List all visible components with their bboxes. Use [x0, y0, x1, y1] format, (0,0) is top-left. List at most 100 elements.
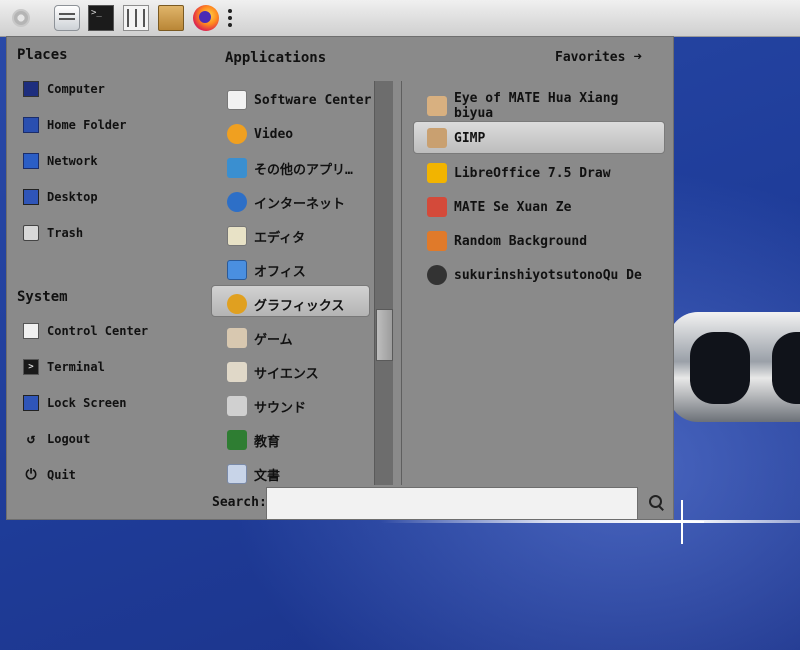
- terminal-launcher[interactable]: >_: [86, 3, 116, 33]
- system-item-terminal[interactable]: > Terminal: [23, 355, 203, 379]
- system-item-quit[interactable]: ⏻ Quit: [23, 463, 203, 487]
- firefox-launcher[interactable]: [191, 3, 221, 33]
- category-scrollbar-thumb[interactable]: [376, 309, 393, 361]
- app-label: sukurinshiyotsutonoQu De: [454, 267, 642, 283]
- home-folder-icon: [23, 117, 39, 133]
- video-icon: [227, 124, 247, 144]
- other-apps-icon: [227, 158, 247, 178]
- terminal-icon: >_: [88, 5, 114, 31]
- mixer-launcher[interactable]: [121, 3, 151, 33]
- category-label: その他のアプリ…: [254, 162, 353, 178]
- places-item-trash[interactable]: Trash: [23, 221, 203, 245]
- category-scrollbar[interactable]: [374, 81, 393, 485]
- favorites-button[interactable]: Favorites ➜: [555, 49, 642, 65]
- search-label: Search:: [212, 495, 267, 510]
- wallpaper-glow-line: [380, 520, 800, 523]
- category-office[interactable]: オフィス: [227, 255, 377, 285]
- category-software-center[interactable]: Software Center: [227, 85, 377, 115]
- places-item-home-folder[interactable]: Home Folder: [23, 113, 203, 137]
- system-item-label: Lock Screen: [47, 396, 127, 410]
- category-label: Software Center: [254, 92, 372, 108]
- mate-menu-button[interactable]: [6, 3, 36, 33]
- software-center-icon: [227, 90, 247, 110]
- screenshot-icon: [427, 265, 447, 285]
- eye-of-mate-icon: [427, 96, 447, 116]
- system-title: System: [17, 289, 68, 305]
- random-background-icon: [427, 231, 447, 251]
- education-icon: [227, 430, 247, 450]
- internet-icon: [227, 192, 247, 212]
- logout-icon: ↺: [26, 431, 36, 447]
- archive-launcher[interactable]: [156, 3, 186, 33]
- app-item-color-picker[interactable]: MATE Se Xuan Ze: [413, 192, 665, 222]
- category-internet[interactable]: インターネット: [227, 187, 377, 217]
- kebab-menu-icon: [227, 7, 233, 29]
- category-documents[interactable]: 文書: [227, 459, 377, 489]
- category-label: インターネット: [254, 196, 346, 212]
- category-games[interactable]: ゲーム: [227, 323, 377, 353]
- category-label: Video: [254, 126, 294, 142]
- category-video[interactable]: Video: [227, 119, 377, 149]
- sound-icon: [227, 396, 247, 416]
- file-manager-icon: [54, 5, 80, 31]
- arrow-right-icon: ➜: [633, 49, 642, 65]
- category-label: グラフィックス: [254, 298, 345, 314]
- app-item-random-background[interactable]: Random Background: [413, 226, 665, 256]
- trash-icon: [23, 225, 39, 241]
- search-icon[interactable]: [647, 493, 665, 511]
- desktop-icon: [23, 189, 39, 205]
- panel-overflow-button[interactable]: [220, 3, 240, 33]
- category-sound[interactable]: サウンド: [227, 391, 377, 421]
- applications-title: Applications: [225, 50, 327, 66]
- app-item-eye-of-mate[interactable]: Eye of MATE Hua Xiang biyua: [413, 91, 665, 121]
- category-label: 教育: [254, 434, 281, 450]
- category-label: サイエンス: [254, 366, 319, 382]
- editor-icon: [227, 226, 247, 246]
- games-icon: [227, 328, 247, 348]
- mate-menu-icon: [12, 9, 30, 27]
- places-item-desktop[interactable]: Desktop: [23, 185, 203, 209]
- color-picker-icon: [427, 197, 447, 217]
- category-science[interactable]: サイエンス: [227, 357, 377, 387]
- network-icon: [23, 153, 39, 169]
- app-item-libreoffice-draw[interactable]: LibreOffice 7.5 Draw: [413, 158, 665, 188]
- wallpaper-logo: [668, 312, 800, 422]
- terminal-icon: >: [23, 359, 39, 375]
- category-editor[interactable]: エディタ: [227, 221, 377, 251]
- system-item-logout[interactable]: ↺ Logout: [23, 427, 203, 451]
- category-label: 文書: [254, 468, 281, 484]
- science-icon: [227, 362, 247, 382]
- libreoffice-draw-icon: [427, 163, 447, 183]
- documents-icon: [227, 464, 247, 484]
- control-center-icon: [23, 323, 39, 339]
- category-label: エディタ: [254, 230, 306, 246]
- category-label: サウンド: [254, 400, 307, 416]
- places-item-computer[interactable]: Computer: [23, 77, 203, 101]
- places-item-label: Desktop: [47, 190, 98, 204]
- app-label: Eye of MATE Hua Xiang biyua: [454, 91, 619, 121]
- system-item-lock-screen[interactable]: Lock Screen: [23, 391, 203, 415]
- app-label: Random Background: [454, 233, 588, 249]
- category-graphics[interactable]: グラフィックス: [227, 289, 377, 319]
- places-title: Places: [17, 47, 68, 63]
- places-item-network[interactable]: Network: [23, 149, 203, 173]
- category-education[interactable]: 教育: [227, 425, 377, 455]
- file-manager-launcher[interactable]: [52, 3, 82, 33]
- category-label: オフィス: [254, 264, 306, 280]
- archive-icon: [158, 5, 184, 31]
- search-input[interactable]: [266, 487, 638, 520]
- system-item-label: Quit: [47, 468, 76, 482]
- favorites-label: Favorites: [555, 49, 626, 65]
- system-item-control-center[interactable]: Control Center: [23, 319, 203, 343]
- app-item-screenshot[interactable]: sukurinshiyotsutonoQu De: [413, 260, 665, 290]
- system-item-label: Logout: [47, 432, 91, 446]
- places-item-label: Computer: [47, 82, 105, 96]
- places-item-label: Network: [47, 154, 98, 168]
- app-label: MATE Se Xuan Ze: [454, 199, 572, 215]
- app-item-gimp[interactable]: GIMP: [413, 123, 665, 153]
- category-other-apps[interactable]: その他のアプリ…: [227, 153, 377, 183]
- lock-screen-icon: [23, 395, 39, 411]
- system-item-label: Control Center: [47, 324, 149, 338]
- firefox-icon: [193, 5, 219, 31]
- app-label: GIMP: [454, 130, 486, 146]
